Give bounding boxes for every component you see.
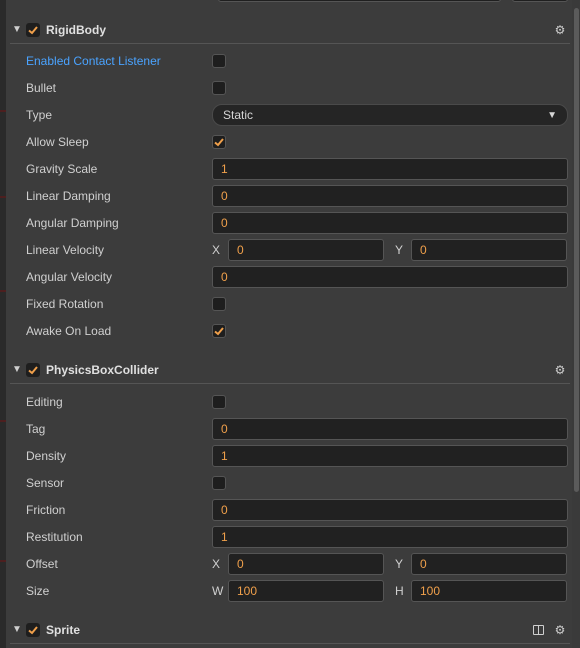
field-label: Linear Velocity — [26, 243, 105, 257]
physicsboxcollider-header[interactable]: ▼ PhysicsBoxCollider ⚙ — [10, 356, 570, 384]
field-label: Offset — [26, 557, 58, 571]
field-label: Size — [26, 584, 50, 598]
field-row-linear-damping: Linear Damping 0 — [26, 185, 568, 207]
caret-down-icon[interactable]: ▼ — [10, 364, 24, 375]
field-row-friction: Friction 0 — [26, 499, 568, 521]
field-label: Angular Damping — [26, 216, 119, 230]
friction-input[interactable]: 0 — [212, 499, 568, 521]
offset-pair: X0Y0 — [212, 553, 568, 575]
fixed-rotation-checkbox[interactable] — [212, 297, 226, 311]
field-row-angular-damping: Angular Damping 0 — [26, 212, 568, 234]
field-row-restitution: Restitution 1 — [26, 526, 568, 548]
field-label: Sensor — [26, 476, 65, 490]
previous-field-2[interactable] — [512, 0, 568, 2]
tag-input[interactable]: 0 — [212, 418, 568, 440]
size-h-input[interactable]: 100 — [411, 580, 567, 602]
previous-field-1[interactable] — [218, 0, 501, 2]
left-edge — [0, 0, 6, 648]
type-select[interactable]: Static ▼ — [212, 104, 568, 126]
field-label: Friction — [26, 503, 66, 517]
book-icon[interactable] — [533, 624, 544, 635]
field-label: Bullet — [26, 81, 57, 95]
sprite-enabled-checkbox[interactable] — [26, 622, 40, 637]
axis-label: X — [212, 557, 221, 571]
gravity-scale-input[interactable]: 1 — [212, 158, 568, 180]
field-row-offset: Offset X 0 Y 0 — [26, 553, 568, 575]
inspector-panel: ▼ RigidBody ⚙ Enabled Contact Listener Bu… — [0, 0, 580, 648]
dropdown-caret-icon: ▼ — [547, 110, 557, 121]
size-w-input[interactable]: 100 — [228, 580, 384, 602]
field-label: Fixed Rotation — [26, 297, 104, 311]
field-row-size: Size W 100 H 100 — [26, 580, 568, 602]
field-label: Enabled Contact Listener — [26, 54, 161, 68]
rigidbody-enabled-checkbox[interactable] — [26, 22, 40, 37]
collider-enabled-checkbox[interactable] — [26, 362, 40, 377]
field-label: Restitution — [26, 530, 83, 544]
rigidbody-header[interactable]: ▼ RigidBody ⚙ — [10, 16, 570, 44]
linear-velocity-x-input[interactable]: 0 — [228, 239, 384, 261]
linear-velocity-y-input[interactable]: 0 — [411, 239, 567, 261]
field-row-fixed-rotation: Fixed Rotation — [26, 293, 568, 315]
angular-velocity-input[interactable]: 0 — [212, 266, 568, 288]
axis-label: X — [212, 243, 221, 257]
field-label: Gravity Scale — [26, 162, 98, 176]
size-pair: W 100 H 100 — [212, 580, 568, 602]
axis-label: H — [395, 584, 404, 598]
caret-down-icon[interactable]: ▼ — [10, 624, 24, 635]
gear-icon[interactable]: ⚙ — [554, 363, 566, 377]
density-input[interactable]: 1 — [212, 445, 568, 467]
enabled-contact-listener-checkbox[interactable] — [212, 54, 226, 68]
field-row-awake-on-load: Awake On Load — [26, 320, 568, 342]
axis-label: Y — [395, 243, 404, 257]
field-row-gravity-scale: Gravity Scale 1 — [26, 158, 568, 180]
allow-sleep-checkbox[interactable] — [212, 135, 226, 149]
axis-label: Y — [395, 557, 404, 571]
scrollbar-thumb[interactable] — [574, 8, 579, 492]
checkmark-icon — [28, 365, 38, 374]
scrollbar[interactable] — [572, 0, 580, 648]
linear-damping-input[interactable]: 0 — [212, 185, 568, 207]
checkmark-icon — [214, 138, 224, 147]
field-label: Editing — [26, 395, 63, 409]
field-label: Tag — [26, 422, 46, 436]
select-value: Static — [223, 108, 254, 122]
field-row-bullet: Bullet — [26, 77, 568, 99]
sprite-title: Sprite — [46, 622, 81, 637]
editing-checkbox[interactable] — [212, 395, 226, 409]
offset-y-input[interactable]: 0 — [411, 553, 567, 575]
field-row-type: Type Static ▼ — [26, 104, 568, 126]
checkmark-icon — [28, 625, 38, 634]
field-label: Angular Velocity — [26, 270, 113, 284]
collider-title: PhysicsBoxCollider — [46, 362, 159, 377]
field-row-sensor: Sensor — [26, 472, 568, 494]
field-row-density: Density 1 — [26, 445, 568, 467]
sprite-header[interactable]: ▼ Sprite ⚙ — [10, 616, 570, 644]
sensor-checkbox[interactable] — [212, 476, 226, 490]
field-label: Allow Sleep — [26, 135, 89, 149]
previous-component-fields — [218, 0, 568, 2]
bullet-checkbox[interactable] — [212, 81, 226, 95]
field-row-angular-velocity: Angular Velocity 0 — [26, 266, 568, 288]
caret-down-icon[interactable]: ▼ — [10, 24, 24, 35]
field-label: Linear Damping — [26, 189, 111, 203]
field-row-linear-velocity: Linear Velocity X 0 Y 0 — [26, 239, 568, 261]
linear-velocity-pair: X0Y0 — [212, 239, 568, 261]
restitution-input[interactable]: 1 — [212, 526, 568, 548]
field-row-allow-sleep: Allow Sleep — [26, 131, 568, 153]
checkmark-icon — [214, 327, 224, 336]
field-row-tag: Tag 0 — [26, 418, 568, 440]
axis-label: W — [212, 584, 224, 598]
field-row-enabled-contact-listener: Enabled Contact Listener — [26, 50, 568, 72]
checkmark-icon — [28, 25, 38, 34]
angular-damping-input[interactable]: 0 — [212, 212, 568, 234]
gear-icon[interactable]: ⚙ — [554, 623, 566, 637]
field-label: Type — [26, 108, 53, 122]
field-label: Density — [26, 449, 67, 463]
field-row-editing: Editing — [26, 391, 568, 413]
gear-icon[interactable]: ⚙ — [554, 23, 566, 37]
awake-on-load-checkbox[interactable] — [212, 324, 226, 338]
field-label: Awake On Load — [26, 324, 112, 338]
rigidbody-title: RigidBody — [46, 22, 106, 37]
offset-x-input[interactable]: 0 — [228, 553, 384, 575]
